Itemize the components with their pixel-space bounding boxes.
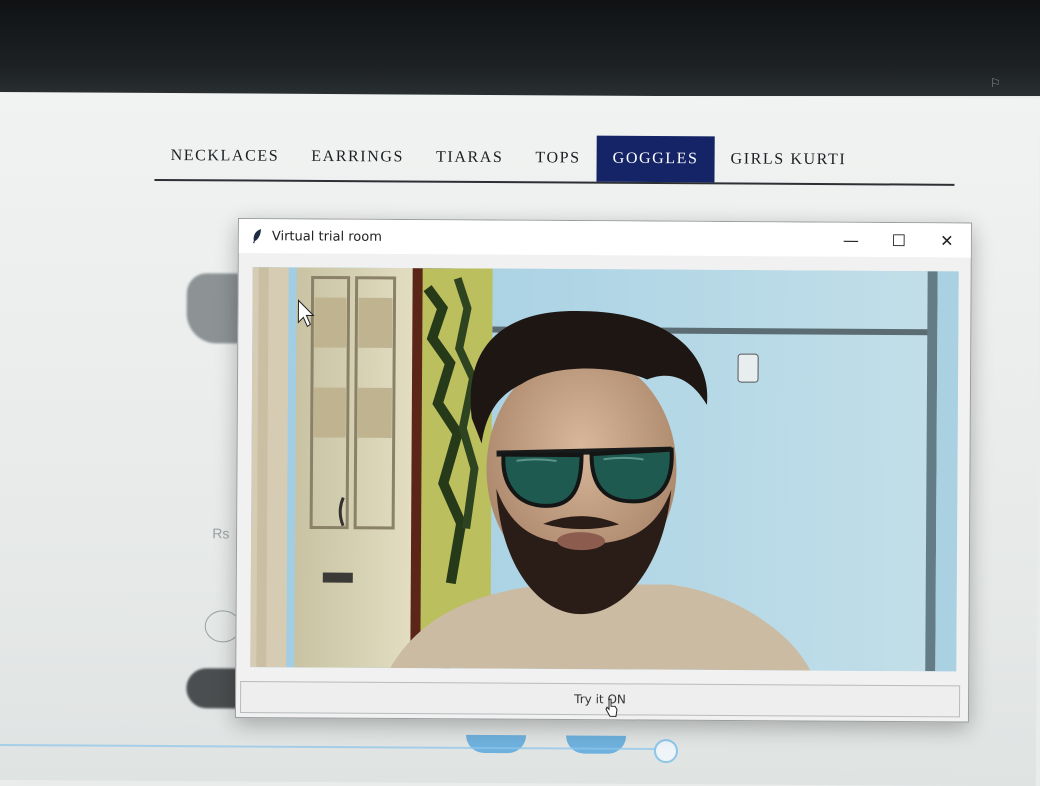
virtual-trial-window: Virtual trial room — ☐ ✕ Try it ON (234, 218, 972, 723)
carousel-dot[interactable] (465, 734, 527, 754)
webcam-feed (250, 267, 959, 672)
maximize-button[interactable]: ☐ (875, 223, 923, 257)
monitor-bezel: ⚐ (0, 0, 1040, 96)
nav-item-tiaras[interactable]: TIARAS (420, 135, 520, 182)
category-nav: NECKLACES EARRINGS TIARAS TOPS GOGGLES G… (154, 132, 955, 186)
monitor-sensor-icon: ⚐ (990, 76, 1001, 90)
nav-item-tops[interactable]: TOPS (519, 135, 597, 181)
hand-cursor-icon (605, 698, 618, 717)
nav-item-girls-kurti[interactable]: GIRLS KURTI (714, 136, 862, 183)
window-title: Virtual trial room (271, 228, 382, 245)
close-button[interactable]: ✕ (923, 223, 971, 257)
carousel-dot[interactable] (565, 735, 627, 754)
product-price: Rs (212, 525, 230, 542)
tk-feather-icon (252, 229, 261, 244)
slider-handle[interactable] (653, 739, 679, 764)
product-image-goggles-2[interactable] (186, 668, 242, 709)
webcam-frame-image (250, 267, 959, 672)
try-it-on-button[interactable]: Try it ON (239, 681, 961, 718)
nav-item-goggles[interactable]: GOGGLES (596, 135, 715, 183)
window-titlebar[interactable]: Virtual trial room — ☐ ✕ (238, 219, 971, 258)
nav-item-earrings[interactable]: EARRINGS (295, 134, 420, 181)
nav-item-necklaces[interactable]: NECKLACES (154, 133, 295, 180)
minimize-button[interactable]: — (827, 223, 875, 257)
